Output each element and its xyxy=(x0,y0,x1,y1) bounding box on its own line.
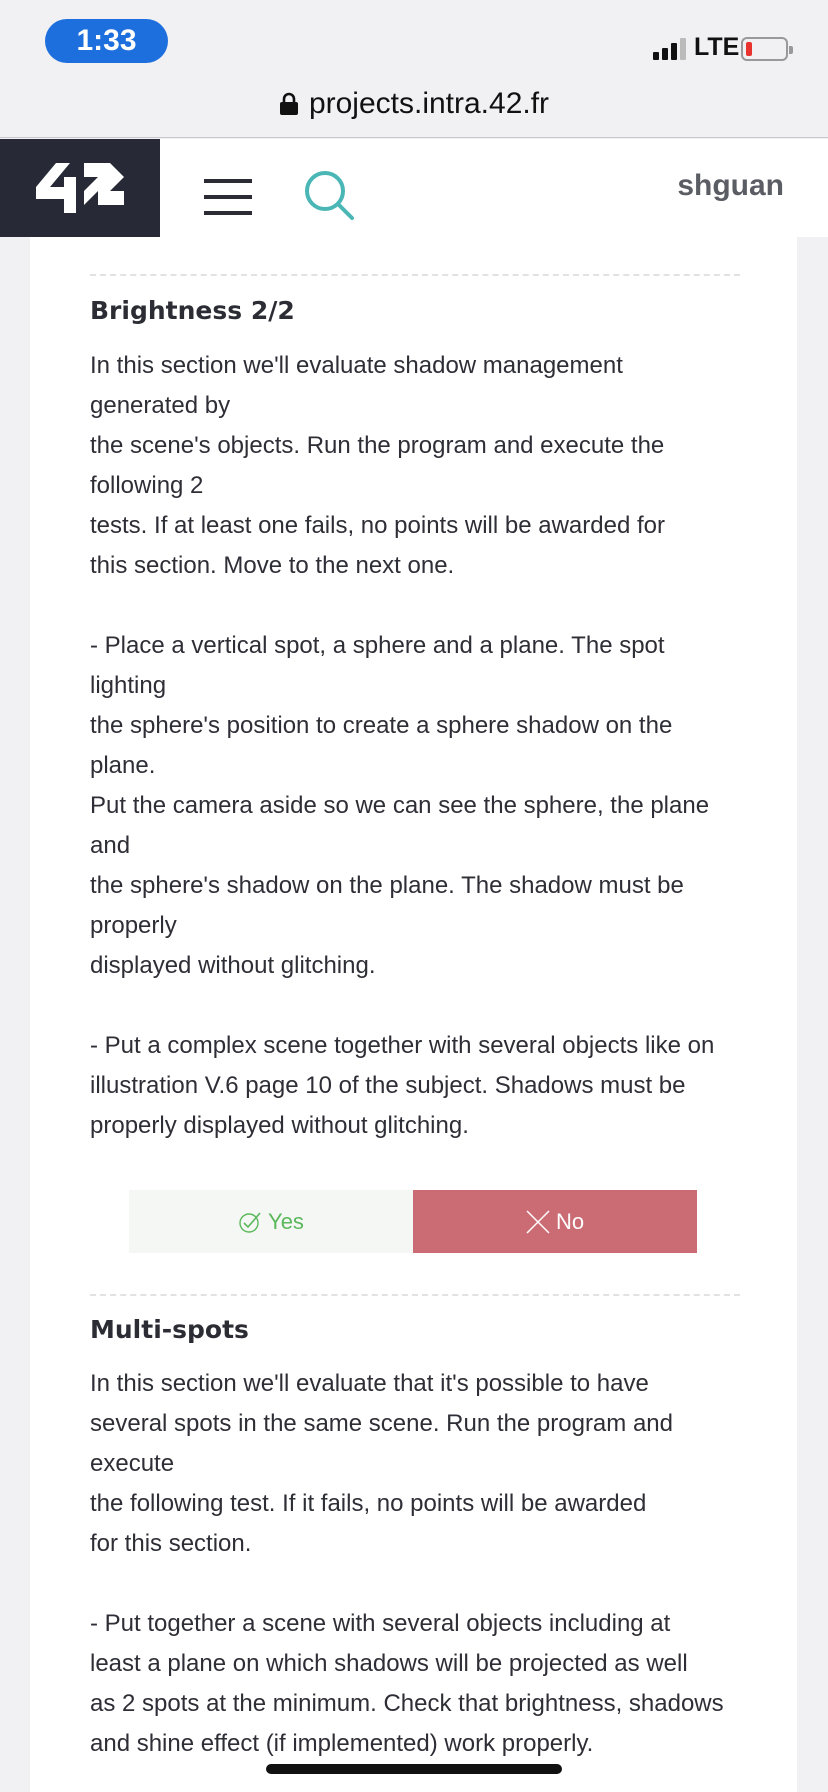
answer-buttons: Yes No xyxy=(129,1190,697,1253)
home-indicator[interactable] xyxy=(266,1764,562,1774)
address-bar[interactable]: projects.intra.42.fr xyxy=(0,70,828,138)
section-divider xyxy=(90,274,740,276)
yes-button[interactable]: Yes xyxy=(129,1190,413,1253)
url-text: projects.intra.42.fr xyxy=(308,86,550,120)
lock-icon xyxy=(279,92,298,115)
search-icon[interactable] xyxy=(303,169,355,221)
username-link[interactable]: shguan xyxy=(677,169,784,203)
yes-label: Yes xyxy=(268,1208,304,1234)
site-header: shguan xyxy=(0,139,828,237)
status-time[interactable]: 1:33 xyxy=(45,19,168,63)
section-description-multi-spots: In this section we'll evaluate that it's… xyxy=(90,1370,724,1757)
no-label: No xyxy=(555,1208,585,1234)
close-icon xyxy=(526,1209,550,1234)
evaluation-card: Brightness 2/2 In this section we'll eva… xyxy=(30,237,797,1792)
checkmark-icon xyxy=(239,1211,261,1233)
42-logo[interactable] xyxy=(0,139,160,237)
hamburger-menu-icon[interactable] xyxy=(204,179,252,217)
signal-strength-icon xyxy=(653,38,687,60)
section-divider xyxy=(90,1294,740,1296)
section-title-brightness: Brightness 2/2 xyxy=(90,296,295,325)
network-type: LTE xyxy=(694,33,740,61)
section-description-brightness: In this section we'll evaluate shadow ma… xyxy=(90,352,715,1139)
battery-icon xyxy=(741,37,793,61)
section-title-multi-spots: Multi-spots xyxy=(90,1315,249,1344)
logo-mark xyxy=(36,163,124,213)
no-button[interactable]: No xyxy=(413,1190,697,1253)
